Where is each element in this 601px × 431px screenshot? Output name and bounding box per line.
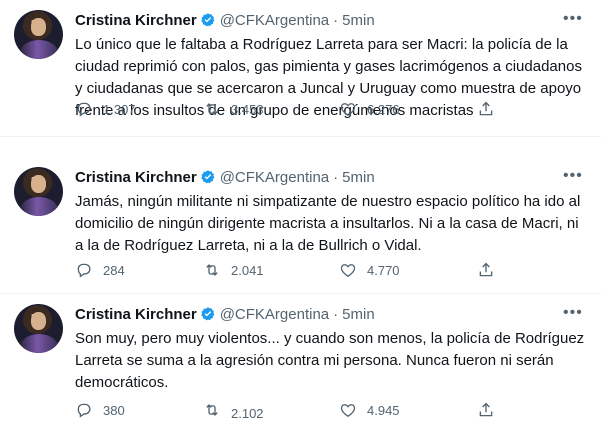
share-button[interactable] bbox=[477, 396, 505, 424]
separator-dot: · bbox=[333, 305, 339, 323]
more-icon[interactable]: ••• bbox=[563, 168, 582, 184]
reply-count: 1.307 bbox=[103, 101, 136, 117]
heart-icon bbox=[340, 404, 356, 417]
retweet-icon bbox=[206, 103, 218, 115]
verified-icon bbox=[201, 170, 215, 184]
tweet-actions: 380 2.102 4.945 bbox=[75, 396, 505, 424]
tweet[interactable]: Cristina Kirchner @CFKArgentina · 5min •… bbox=[0, 0, 601, 137]
reply-count: 284 bbox=[103, 262, 125, 278]
more-icon[interactable]: ••• bbox=[563, 11, 582, 27]
verified-icon bbox=[201, 13, 215, 27]
author-name[interactable]: Cristina Kirchner bbox=[75, 12, 197, 29]
tweet-header: Cristina Kirchner @CFKArgentina · 5min bbox=[75, 10, 375, 30]
heart-icon bbox=[340, 264, 356, 277]
reply-button[interactable]: 380 bbox=[75, 396, 125, 424]
like-button[interactable]: 6.276 bbox=[339, 95, 400, 123]
author-handle[interactable]: @CFKArgentina bbox=[220, 169, 329, 186]
tweet-actions: 1.307 3.453 6.276 bbox=[75, 95, 505, 123]
reply-count: 380 bbox=[103, 402, 125, 418]
retweet-button[interactable]: 2.041 bbox=[203, 256, 264, 284]
tweet-header: Cristina Kirchner @CFKArgentina · 5min bbox=[75, 304, 375, 324]
reply-icon bbox=[77, 102, 91, 117]
separator-dot: · bbox=[333, 168, 339, 186]
like-button[interactable]: 4.770 bbox=[339, 256, 400, 284]
heart-icon bbox=[340, 103, 356, 116]
avatar[interactable] bbox=[14, 10, 63, 59]
retweet-button[interactable]: 3.453 bbox=[203, 95, 264, 123]
separator-dot: · bbox=[333, 11, 339, 29]
tweet[interactable]: Cristina Kirchner @CFKArgentina · 5min •… bbox=[0, 157, 601, 294]
reply-icon bbox=[77, 263, 91, 278]
share-icon bbox=[479, 402, 493, 417]
retweet-icon bbox=[206, 264, 218, 276]
reply-icon bbox=[77, 403, 91, 418]
retweet-button[interactable]: 2.102 bbox=[203, 396, 264, 424]
author-name[interactable]: Cristina Kirchner bbox=[75, 169, 197, 186]
tweet-text: Jamás, ningún militante ni simpatizante … bbox=[75, 193, 581, 254]
tweet-header: Cristina Kirchner @CFKArgentina · 5min bbox=[75, 167, 375, 187]
like-count: 4.945 bbox=[367, 402, 400, 418]
tweet-time[interactable]: 5min bbox=[342, 169, 375, 186]
reply-button[interactable]: 1.307 bbox=[75, 95, 136, 123]
tweet-time[interactable]: 5min bbox=[342, 12, 375, 29]
retweet-count: 2.041 bbox=[231, 262, 264, 278]
author-name[interactable]: Cristina Kirchner bbox=[75, 306, 197, 323]
retweet-count: 3.453 bbox=[231, 101, 264, 117]
reply-button[interactable]: 284 bbox=[75, 256, 125, 284]
avatar[interactable] bbox=[14, 167, 63, 216]
retweet-count: 2.102 bbox=[231, 405, 264, 421]
share-icon bbox=[479, 262, 493, 277]
author-handle[interactable]: @CFKArgentina bbox=[220, 12, 329, 29]
like-button[interactable]: 4.945 bbox=[339, 396, 400, 424]
tweet-text: Son muy, pero muy violentos... y cuando … bbox=[75, 330, 585, 391]
avatar[interactable] bbox=[14, 304, 63, 353]
like-count: 4.770 bbox=[367, 262, 400, 278]
author-handle[interactable]: @CFKArgentina bbox=[220, 306, 329, 323]
verified-icon bbox=[201, 307, 215, 321]
like-count: 6.276 bbox=[367, 101, 400, 117]
share-button[interactable] bbox=[477, 95, 505, 123]
retweet-icon bbox=[206, 404, 218, 416]
tweet-time[interactable]: 5min bbox=[342, 306, 375, 323]
more-icon[interactable]: ••• bbox=[563, 305, 582, 321]
share-button[interactable] bbox=[477, 256, 505, 284]
share-icon bbox=[479, 101, 493, 116]
tweet-actions: 284 2.041 4.770 bbox=[75, 256, 505, 284]
tweet[interactable]: Cristina Kirchner @CFKArgentina · 5min •… bbox=[0, 294, 601, 431]
